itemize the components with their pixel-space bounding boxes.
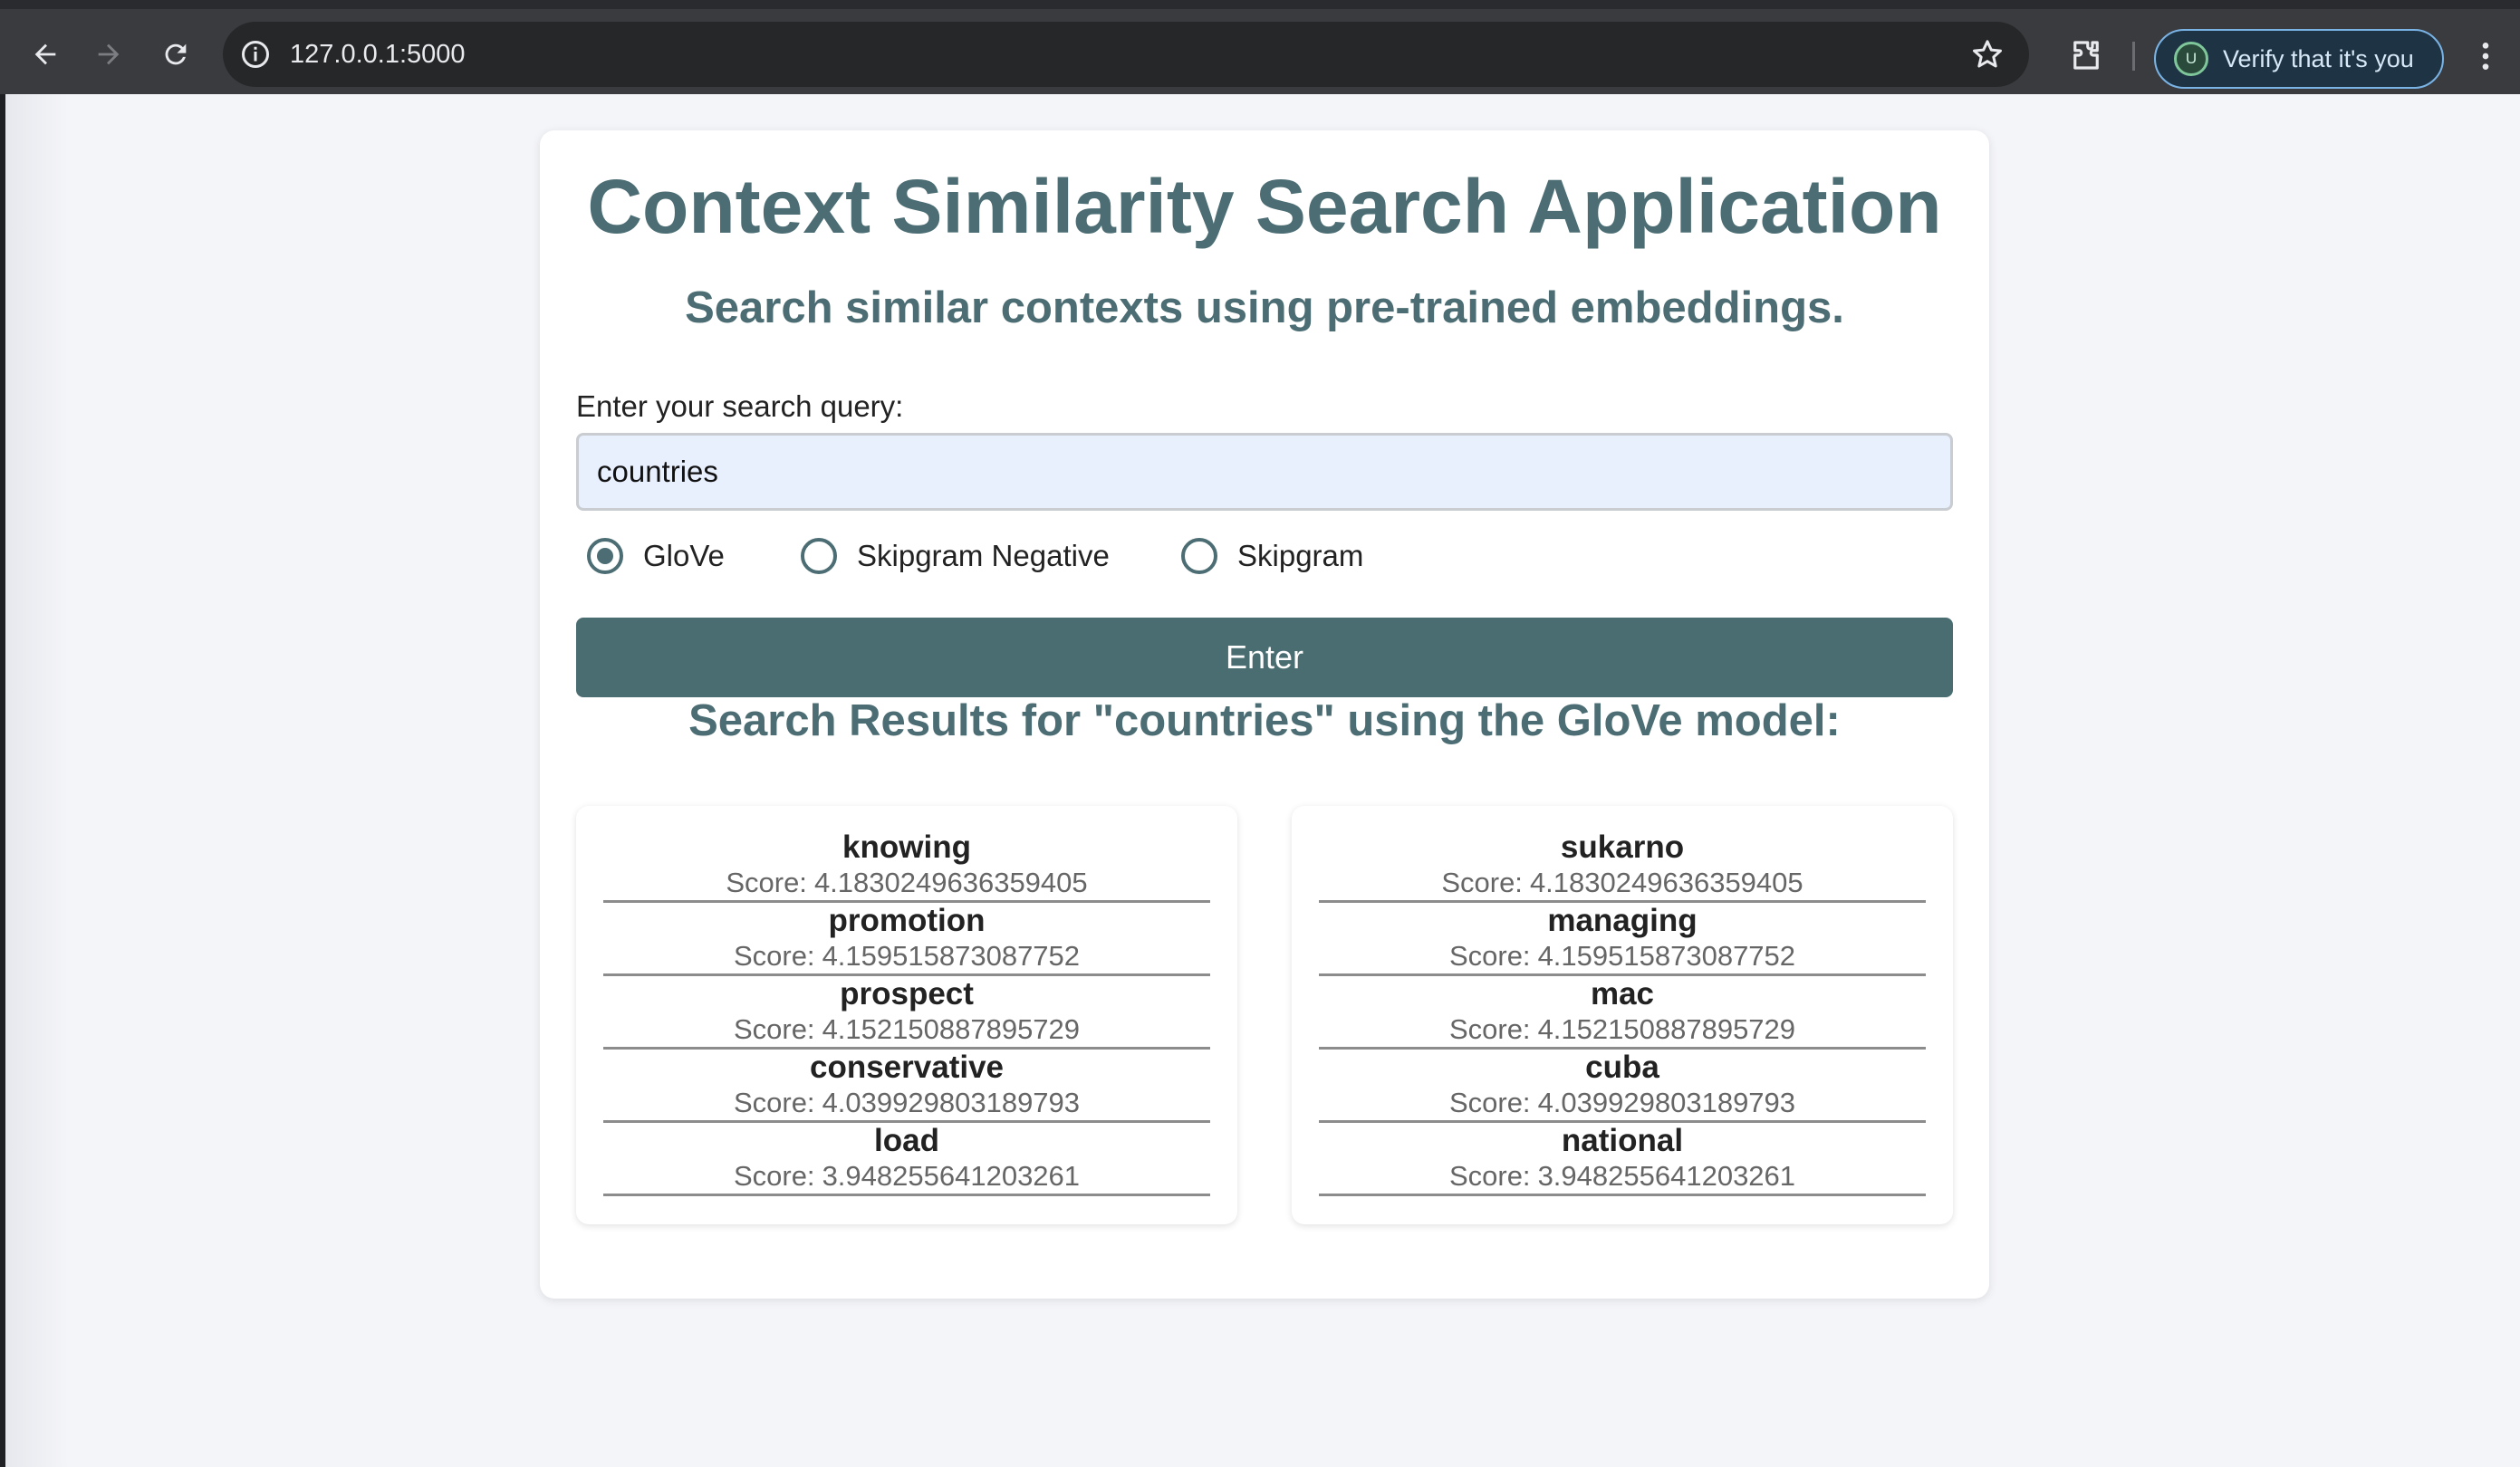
bookmark-star-icon[interactable] — [1969, 36, 2005, 72]
result-score: Score: 3.948255641203261 — [1448, 1160, 1796, 1192]
list-item: conservative Score: 4.039929803189793 — [603, 1050, 1210, 1123]
list-item: prospect Score: 4.152150887895729 — [603, 976, 1210, 1050]
result-score: Score: 4.1830249636359405 — [1441, 867, 1803, 898]
search-card: Context Similarity Search Application Se… — [540, 130, 1989, 1299]
radio-label-glove: GloVe — [643, 539, 725, 572]
result-word: promotion — [828, 903, 986, 938]
list-item: knowing Score: 4.1830249636359405 — [603, 829, 1210, 903]
result-score: Score: 4.152150887895729 — [733, 1013, 1081, 1045]
radio-label-skipgram: Skipgram — [1237, 539, 1364, 572]
list-item: cuba Score: 4.039929803189793 — [1319, 1050, 1926, 1123]
arrow-right-icon — [98, 43, 120, 65]
toolbar-divider — [2132, 42, 2135, 71]
extensions-puzzle-icon[interactable] — [2067, 36, 2105, 74]
enter-button[interactable]: Enter — [576, 618, 1953, 697]
site-info-icon[interactable] — [239, 38, 272, 71]
page-viewport: Context Similarity Search Application Se… — [5, 94, 2520, 1467]
reload-button[interactable] — [150, 29, 201, 80]
results-heading: Search Results for "countries" using the… — [688, 696, 1841, 745]
page-subtitle: Search similar contexts using pre-traine… — [685, 283, 1844, 332]
model-option-skipgram[interactable]: Skipgram — [1181, 529, 1363, 583]
query-label: Enter your search query: — [576, 389, 904, 423]
results-list-left: knowing Score: 4.1830249636359405 promoti… — [576, 806, 1237, 1224]
arrow-left-icon — [34, 43, 56, 65]
verify-identity-button[interactable]: U Verify that it's you — [2154, 29, 2444, 89]
results-list-right: sukarno Score: 4.1830249636359405 managin… — [1292, 806, 1953, 1224]
list-item: national Score: 3.948255641203261 — [1319, 1123, 1926, 1196]
result-score: Score: 4.159515873087752 — [733, 940, 1081, 972]
kebab-menu-icon[interactable] — [2467, 36, 2504, 76]
result-score: Score: 4.159515873087752 — [1448, 940, 1796, 972]
result-word: cuba — [1585, 1050, 1659, 1085]
result-score: Score: 4.039929803189793 — [1448, 1087, 1796, 1118]
search-input[interactable] — [576, 433, 1953, 511]
list-item: managing Score: 4.159515873087752 — [1319, 903, 1926, 976]
model-option-skipgram-negative[interactable]: Skipgram Negative — [801, 529, 1110, 583]
result-score: Score: 4.152150887895729 — [1448, 1013, 1796, 1045]
browser-toolbar: 127.0.0.1:5000 U Verify that it's you — [0, 0, 2520, 94]
url-text: 127.0.0.1:5000 — [290, 40, 466, 69]
result-word: prospect — [840, 976, 974, 1012]
list-item: promotion Score: 4.159515873087752 — [603, 903, 1210, 976]
forward-button[interactable] — [83, 29, 134, 80]
result-word: conservative — [809, 1050, 1005, 1085]
reload-icon — [165, 43, 187, 65]
address-bar[interactable]: 127.0.0.1:5000 — [223, 22, 2029, 87]
verify-label: Verify that it's you — [2223, 44, 2414, 72]
result-score: Score: 3.948255641203261 — [733, 1160, 1081, 1192]
result-word: sukarno — [1560, 829, 1685, 865]
model-option-glove[interactable]: GloVe — [587, 529, 725, 583]
back-button[interactable] — [20, 29, 71, 80]
list-item: sukarno Score: 4.1830249636359405 — [1319, 829, 1926, 903]
list-item: mac Score: 4.152150887895729 — [1319, 976, 1926, 1050]
page-title: Context Similarity Search Application — [587, 164, 1942, 249]
result-word: knowing — [842, 829, 971, 865]
radio-label-skipgram-negative: Skipgram Negative — [857, 539, 1110, 572]
profile-avatar: U — [2174, 42, 2208, 76]
result-score: Score: 4.1830249636359405 — [726, 867, 1088, 898]
radio-skipgram[interactable] — [1181, 538, 1217, 574]
list-item: load Score: 3.948255641203261 — [603, 1123, 1210, 1196]
radio-glove[interactable] — [587, 538, 623, 574]
result-word: national — [1561, 1123, 1684, 1158]
left-shade — [5, 94, 69, 1467]
result-score: Score: 4.039929803189793 — [733, 1087, 1081, 1118]
result-word: load — [874, 1123, 939, 1158]
result-word: managing — [1547, 903, 1698, 938]
result-word: mac — [1590, 976, 1655, 1012]
radio-skipgram-negative[interactable] — [801, 538, 837, 574]
